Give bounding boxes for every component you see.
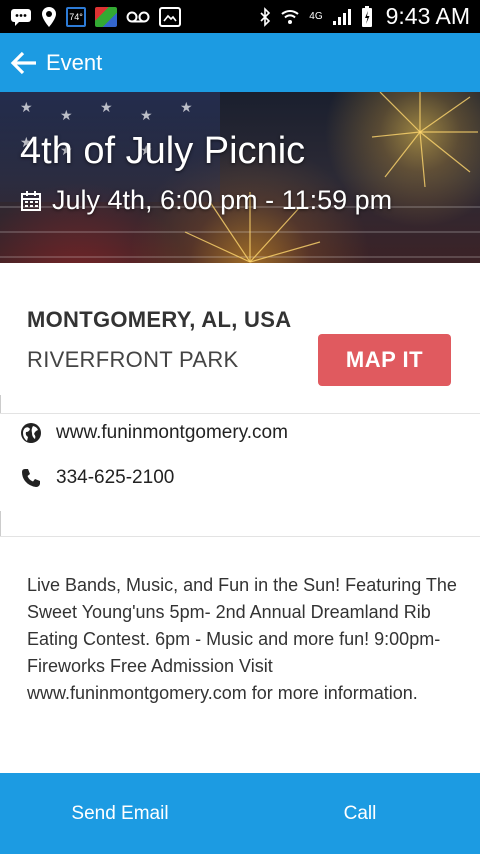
call-button[interactable]: Call [240, 773, 480, 854]
status-time: 9:43 AM [385, 3, 470, 29]
gallery-icon [159, 6, 181, 27]
signal-icon [332, 8, 352, 26]
bottom-action-bar: Send Email Call [0, 773, 480, 854]
location-pin-icon [41, 6, 57, 28]
app-bar: Event [0, 33, 480, 92]
map-it-button[interactable]: MAP IT [318, 334, 451, 386]
status-bar: 74° 4G 9:43 AM [0, 0, 480, 33]
globe-icon [21, 423, 41, 443]
location-city: MONTGOMERY, AL, USA [27, 307, 292, 332]
website-link[interactable]: www.funinmontgomery.com [56, 422, 288, 444]
fireworks-decoration: ★ ★ ★ ★ ★ ★★★ [0, 92, 480, 263]
svg-text:★: ★ [20, 99, 33, 115]
divider [0, 511, 1, 536]
arrow-left-icon [10, 51, 36, 74]
voicemail-icon [126, 10, 150, 24]
location-venue: RIVERFRONT PARK [27, 347, 239, 372]
event-date-row: July 4th, 6:00 pm - 11:59 pm [20, 185, 392, 216]
messages-icon [10, 7, 32, 27]
svg-text:★: ★ [100, 99, 113, 115]
divider [0, 536, 480, 537]
app-bar-title: Event [46, 49, 103, 75]
phone-icon [22, 469, 40, 487]
svg-text:★: ★ [180, 99, 193, 115]
weather-icon: 74° [66, 6, 86, 27]
divider [0, 395, 1, 413]
status-right-icons: 4G 9:43 AM [259, 3, 470, 30]
website-row[interactable]: www.funinmontgomery.com [20, 422, 288, 444]
calendar-icon [21, 190, 41, 211]
phone-row[interactable]: 334-625-2100 [20, 467, 174, 489]
phone-number[interactable]: 334-625-2100 [56, 467, 174, 489]
event-date-time: July 4th, 6:00 pm - 11:59 pm [52, 185, 393, 215]
svg-text:★: ★ [140, 107, 153, 123]
event-title: 4th of July Picnic [20, 130, 306, 172]
bluetooth-icon [259, 6, 271, 27]
network-type-label: 4G [309, 11, 323, 22]
event-description: Live Bands, Music, and Fun in the Sun! F… [27, 575, 457, 703]
battery-icon [361, 5, 373, 28]
photos-icon [95, 6, 117, 27]
status-left-icons: 74° [10, 6, 181, 28]
wifi-icon [280, 8, 300, 26]
event-hero: ★ ★ ★ ★ ★ ★ ★ ★ 4th of July Picnic July 4th, 6… [0, 92, 480, 263]
back-button[interactable] [8, 47, 40, 79]
divider [0, 413, 480, 414]
svg-text:★: ★ [60, 107, 73, 123]
send-email-button[interactable]: Send Email [0, 773, 240, 854]
contact-section: www.funinmontgomery.com 334-625-2100 [0, 395, 480, 538]
